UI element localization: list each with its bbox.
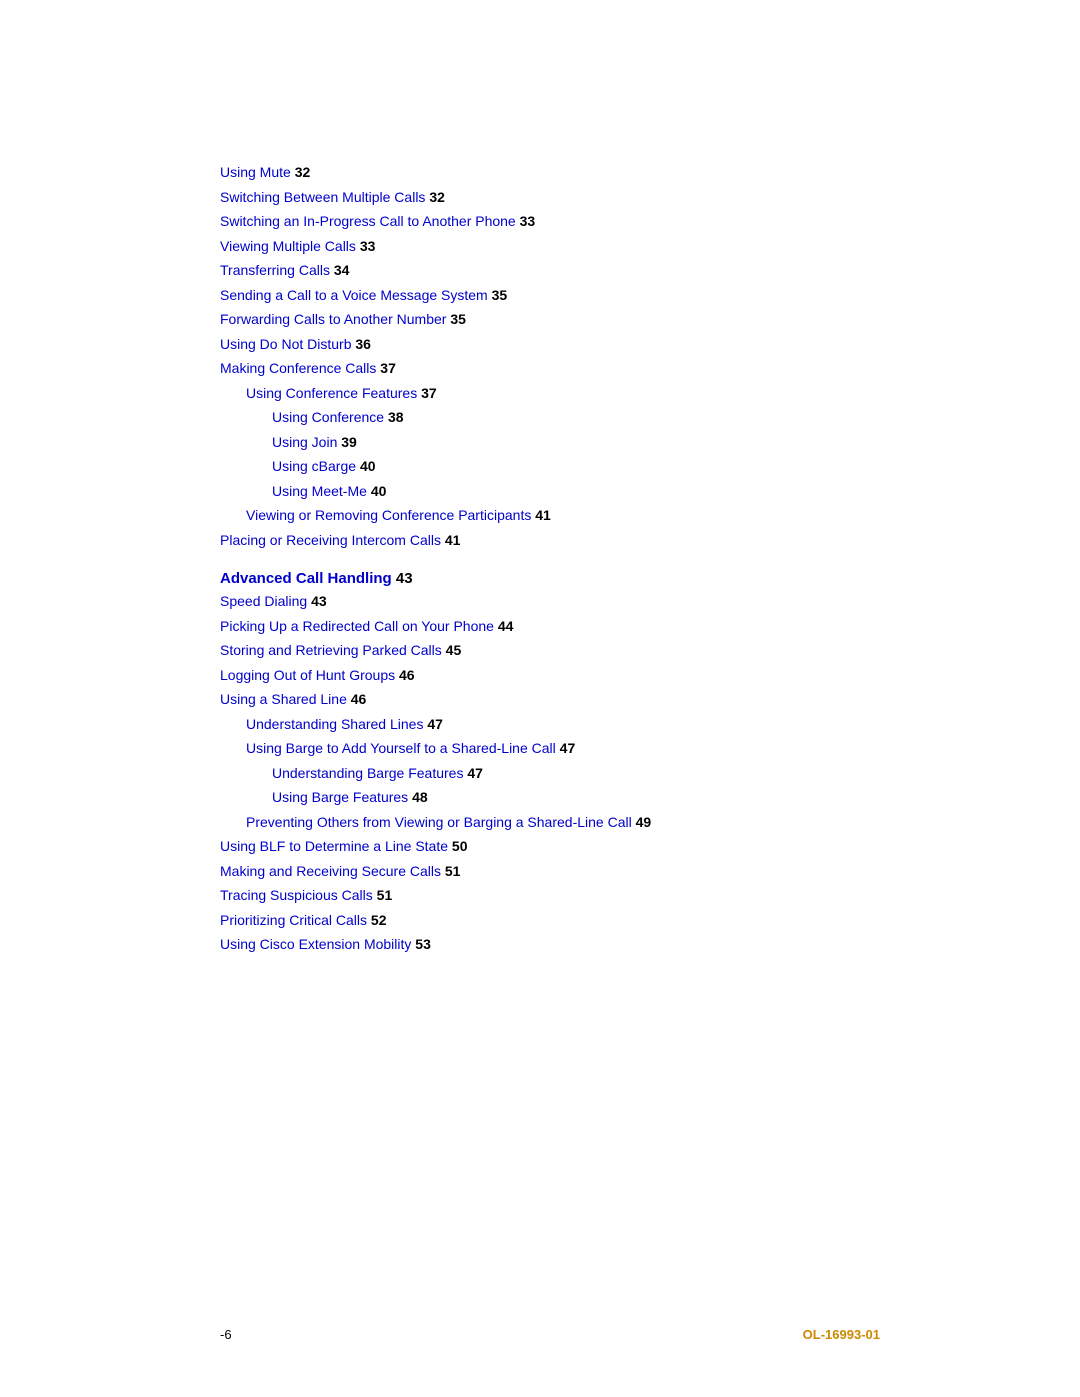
page-num-viewing-removing-conference-participants: 41 [535, 507, 551, 523]
toc-entry-making-conference-calls[interactable]: Making Conference Calls 37 [220, 356, 880, 381]
page-num-understanding-shared-lines: 47 [427, 716, 443, 732]
toc-entry-logging-out-hunt-groups[interactable]: Logging Out of Hunt Groups 46 [220, 663, 880, 688]
page-num-speed-dialing: 43 [311, 593, 327, 609]
page-num-placing-receiving-intercom-calls: 41 [445, 532, 461, 548]
toc-entry-using-meet-me[interactable]: Using Meet-Me 40 [220, 479, 880, 504]
toc-entry-speed-dialing[interactable]: Speed Dialing 43 [220, 589, 880, 614]
page-num-tracing-suspicious-calls: 51 [377, 887, 393, 903]
page-num-storing-retrieving-parked-calls: 45 [446, 642, 462, 658]
toc-entries: Using Mute 32Switching Between Multiple … [220, 160, 880, 552]
page-num-using-barge-to-add-yourself: 47 [560, 740, 576, 756]
toc-entry-preventing-others-viewing-barging[interactable]: Preventing Others from Viewing or Bargin… [220, 810, 880, 835]
toc-entry-sending-call-voice-message[interactable]: Sending a Call to a Voice Message System… [220, 283, 880, 308]
page-num-making-conference-calls: 37 [380, 360, 396, 376]
page-num-picking-up-redirected-call: 44 [498, 618, 514, 634]
page-num-transferring-calls: 34 [334, 262, 350, 278]
page-num-making-receiving-secure-calls: 51 [445, 863, 461, 879]
toc-entry-using-join[interactable]: Using Join 39 [220, 430, 880, 455]
page-num-using-conference: 38 [388, 409, 404, 425]
toc-entry-using-barge-features[interactable]: Using Barge Features 48 [220, 785, 880, 810]
footer-page-number: -6 [220, 1327, 232, 1342]
toc-entry-forwarding-calls-another-number[interactable]: Forwarding Calls to Another Number 35 [220, 307, 880, 332]
page-num-using-conference-features: 37 [421, 385, 437, 401]
toc-entry-using-cisco-extension-mobility[interactable]: Using Cisco Extension Mobility 53 [220, 932, 880, 957]
toc-entry-making-receiving-secure-calls[interactable]: Making and Receiving Secure Calls 51 [220, 859, 880, 884]
toc-entry-using-shared-line[interactable]: Using a Shared Line 46 [220, 687, 880, 712]
page-num-switching-between-multiple-calls: 32 [429, 189, 445, 205]
page-num-using-cisco-extension-mobility: 53 [415, 936, 431, 952]
page-num-using-meet-me: 40 [371, 483, 387, 499]
toc-entry-using-conference[interactable]: Using Conference 38 [220, 405, 880, 430]
toc-entry-understanding-shared-lines[interactable]: Understanding Shared Lines 47 [220, 712, 880, 737]
page-num-using-shared-line: 46 [351, 691, 367, 707]
toc-entry-switching-between-multiple-calls[interactable]: Switching Between Multiple Calls 32 [220, 185, 880, 210]
toc-entry-storing-retrieving-parked-calls[interactable]: Storing and Retrieving Parked Calls 45 [220, 638, 880, 663]
section-header-area: Advanced Call Handling 43 [220, 570, 880, 587]
footer-doc-id: OL-16993-01 [803, 1327, 880, 1342]
page-num-using-cbarge: 40 [360, 458, 376, 474]
page-num-preventing-others-viewing-barging: 49 [636, 814, 652, 830]
toc-entry-using-blf-determine-line-state[interactable]: Using BLF to Determine a Line State 50 [220, 834, 880, 859]
page-num-sending-call-voice-message: 35 [492, 287, 508, 303]
toc-entry-tracing-suspicious-calls[interactable]: Tracing Suspicious Calls 51 [220, 883, 880, 908]
section-header-advanced-call-handling[interactable]: Advanced Call Handling 43 [220, 570, 880, 587]
toc-entry-prioritizing-critical-calls[interactable]: Prioritizing Critical Calls 52 [220, 908, 880, 933]
toc-entry-viewing-multiple-calls[interactable]: Viewing Multiple Calls 33 [220, 234, 880, 259]
page-container: Using Mute 32Switching Between Multiple … [0, 0, 1080, 1397]
toc-entry-using-do-not-disturb[interactable]: Using Do Not Disturb 36 [220, 332, 880, 357]
page-num-using-blf-determine-line-state: 50 [452, 838, 468, 854]
page-num-forwarding-calls-another-number: 35 [450, 311, 466, 327]
toc-entry-using-conference-features[interactable]: Using Conference Features 37 [220, 381, 880, 406]
page-num-understanding-barge-features: 47 [467, 765, 483, 781]
page-num-logging-out-hunt-groups: 46 [399, 667, 415, 683]
toc-entry-understanding-barge-features[interactable]: Understanding Barge Features 47 [220, 761, 880, 786]
toc-entry-using-barge-to-add-yourself[interactable]: Using Barge to Add Yourself to a Shared-… [220, 736, 880, 761]
toc-entry-switching-in-progress-call[interactable]: Switching an In-Progress Call to Another… [220, 209, 880, 234]
page-num-prioritizing-critical-calls: 52 [371, 912, 387, 928]
toc-entry-placing-receiving-intercom-calls[interactable]: Placing or Receiving Intercom Calls 41 [220, 528, 880, 553]
toc-entry-using-cbarge[interactable]: Using cBarge 40 [220, 454, 880, 479]
advanced-entries: Speed Dialing 43Picking Up a Redirected … [220, 589, 880, 957]
toc-entry-viewing-removing-conference-participants[interactable]: Viewing or Removing Conference Participa… [220, 503, 880, 528]
page-num-using-join: 39 [341, 434, 357, 450]
page-num-using-do-not-disturb: 36 [355, 336, 371, 352]
page-num-using-mute: 32 [295, 164, 311, 180]
page-num-viewing-multiple-calls: 33 [360, 238, 376, 254]
page-num-switching-in-progress-call: 33 [520, 213, 536, 229]
page-num-advanced-call-handling: 43 [396, 570, 413, 587]
toc-entry-transferring-calls[interactable]: Transferring Calls 34 [220, 258, 880, 283]
page-footer: -6 OL-16993-01 [0, 1327, 1080, 1342]
toc-entry-picking-up-redirected-call[interactable]: Picking Up a Redirected Call on Your Pho… [220, 614, 880, 639]
page-num-using-barge-features: 48 [412, 789, 428, 805]
toc-entry-using-mute[interactable]: Using Mute 32 [220, 160, 880, 185]
